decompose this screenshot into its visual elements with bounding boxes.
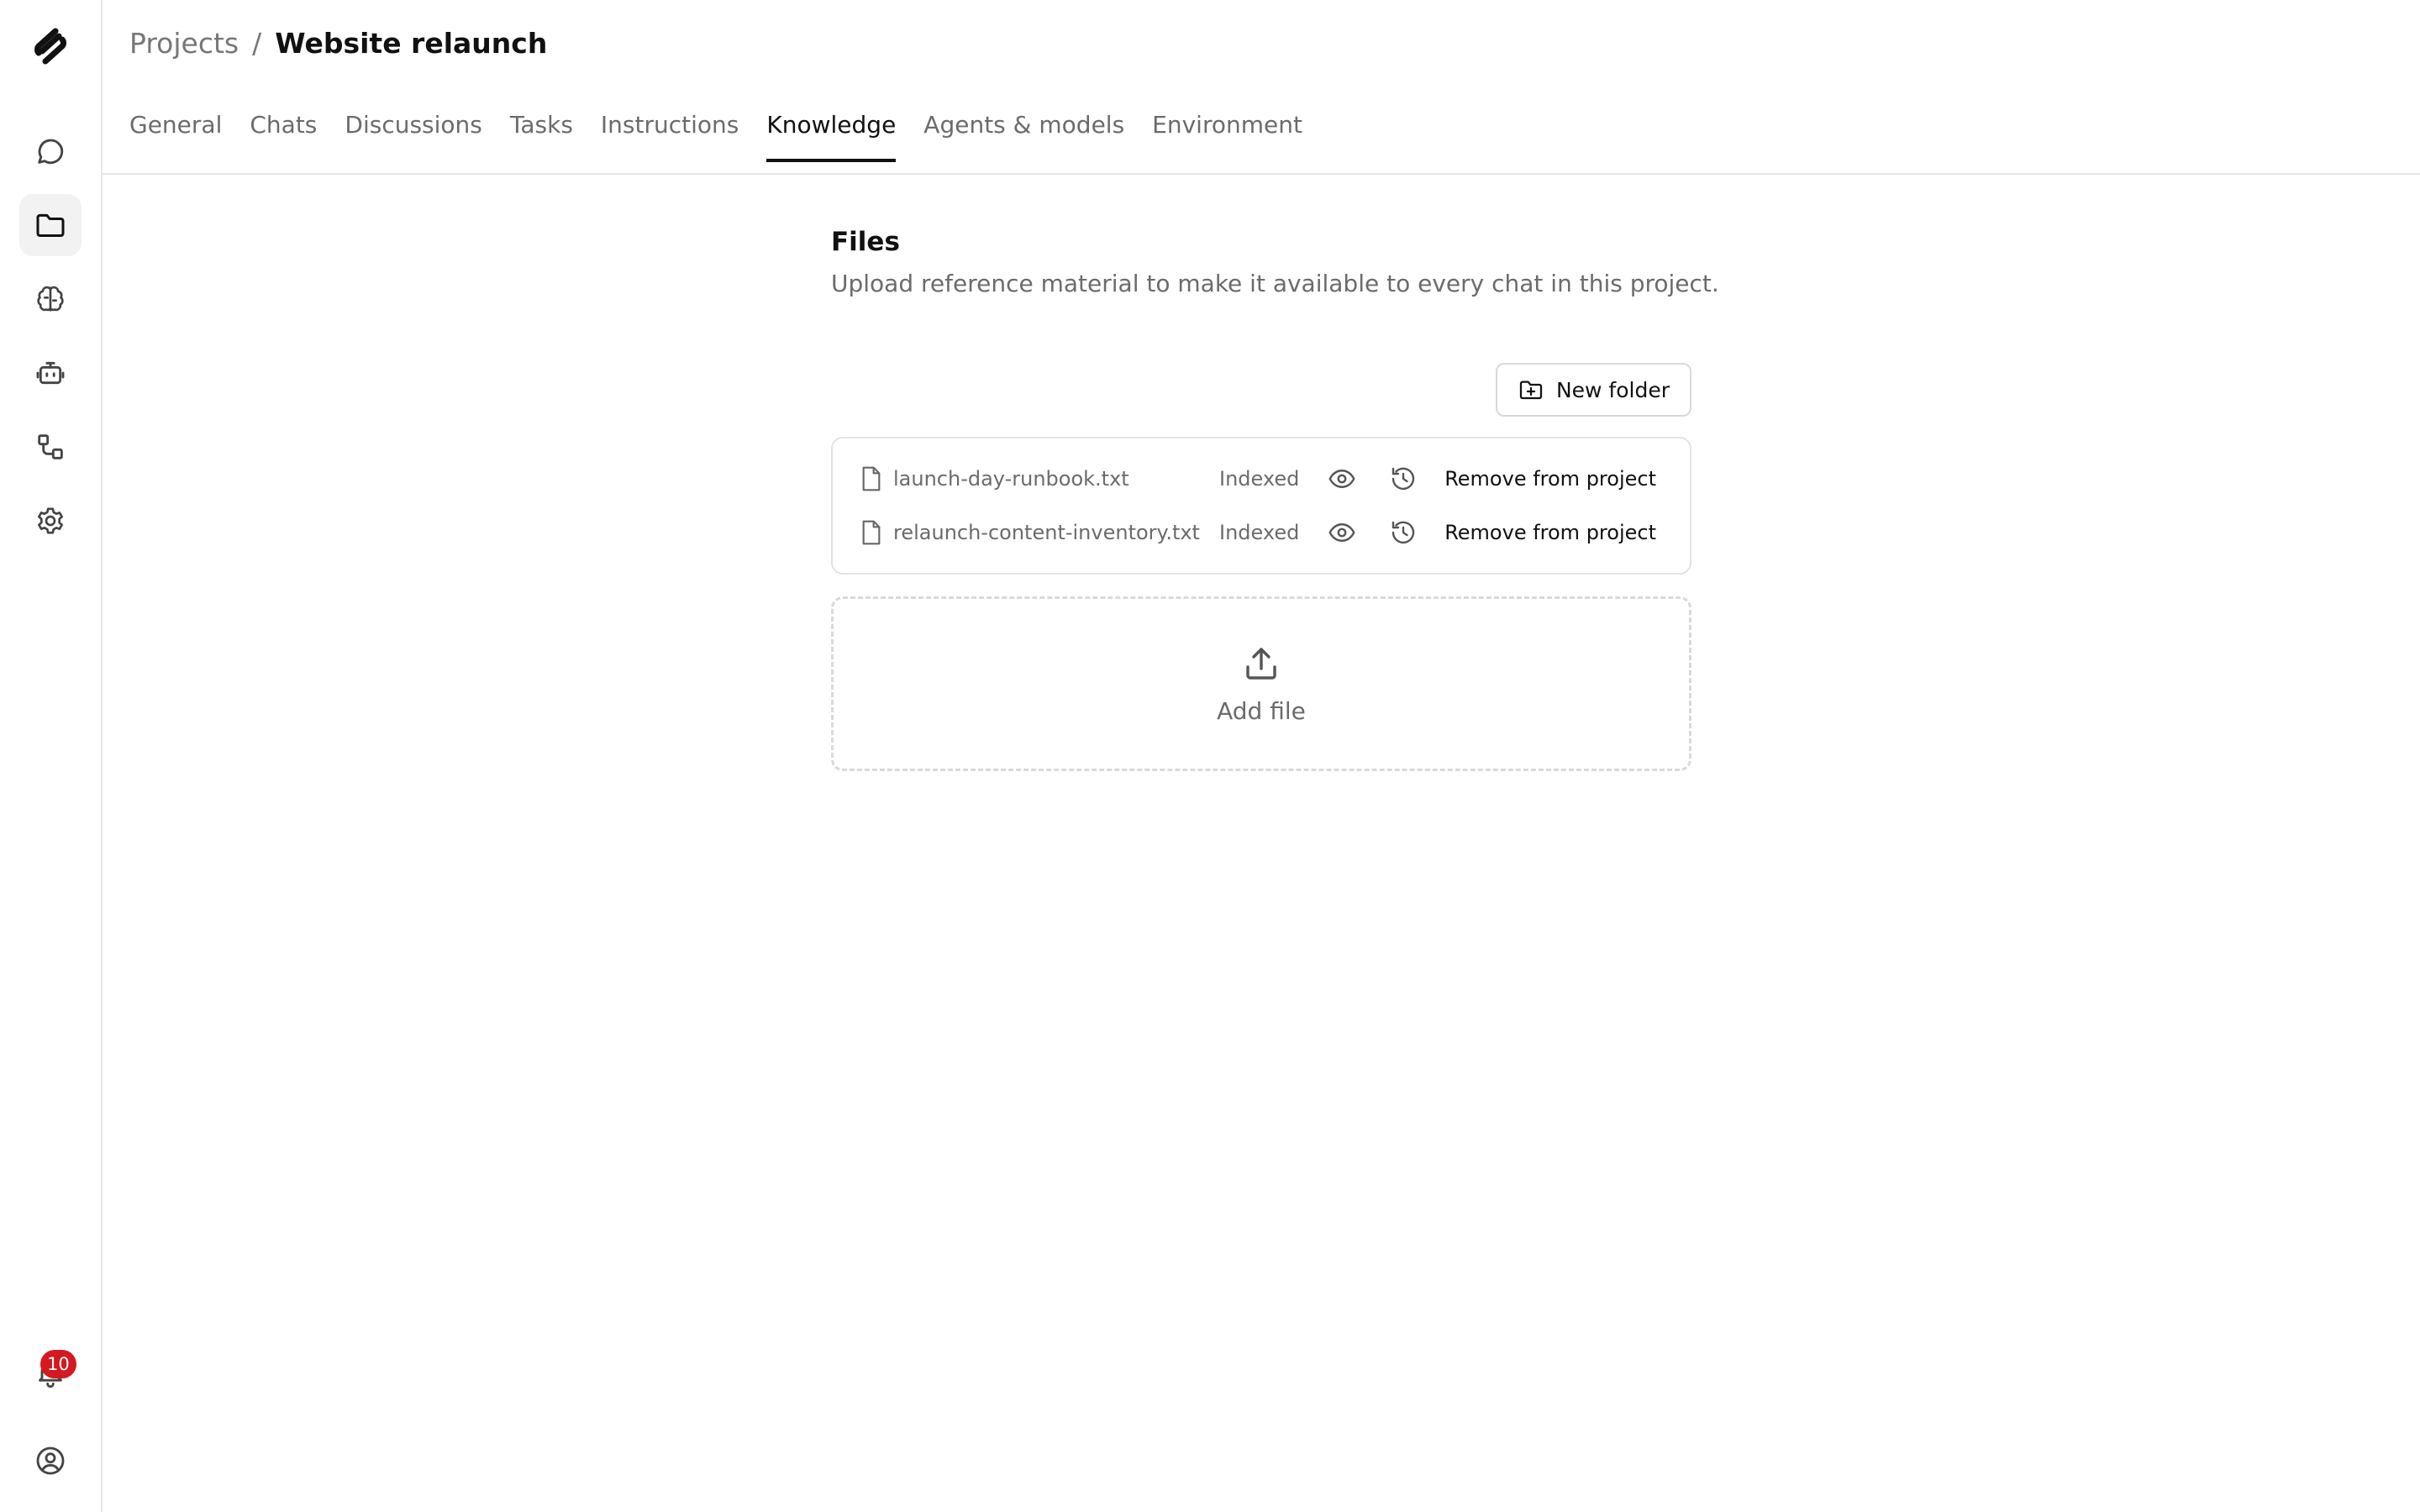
breadcrumb: Projects / Website relaunch bbox=[129, 25, 547, 62]
tab-tasks[interactable]: Tasks bbox=[510, 111, 573, 159]
sidebar-item-agents[interactable] bbox=[19, 342, 82, 404]
files-section: Files Upload reference material to make … bbox=[831, 220, 1719, 771]
workflow-icon bbox=[38, 434, 63, 459]
tab-knowledge[interactable]: Knowledge bbox=[766, 111, 896, 162]
robot-icon bbox=[36, 361, 65, 385]
tab-discussions[interactable]: Discussions bbox=[345, 111, 482, 159]
upload-icon bbox=[1246, 647, 1276, 680]
sidebar-item-settings[interactable] bbox=[19, 490, 82, 552]
sidebar-item-projects[interactable] bbox=[19, 194, 82, 256]
tab-general[interactable]: General bbox=[129, 111, 222, 159]
project-tabs: General Chats Discussions Tasks Instruct… bbox=[129, 111, 1302, 162]
file-name: launch-day-runbook.txt bbox=[893, 467, 1129, 491]
file-row: relaunch-content-inventory.txt Indexed R… bbox=[833, 506, 1690, 559]
remove-from-project-button[interactable]: Remove from project bbox=[1444, 521, 1656, 544]
breadcrumb-projects-link[interactable]: Projects bbox=[129, 27, 239, 60]
history-icon[interactable] bbox=[1388, 464, 1418, 494]
sidebar-item-workflows[interactable] bbox=[19, 416, 82, 478]
account-button[interactable] bbox=[19, 1430, 82, 1492]
folder-plus-icon bbox=[1519, 381, 1543, 400]
file-list: launch-day-runbook.txt Indexed Remove fr… bbox=[831, 437, 1691, 575]
file-icon bbox=[862, 520, 881, 545]
page-header: Projects / Website relaunch General Chats … bbox=[103, 0, 2420, 175]
new-folder-label: New folder bbox=[1555, 377, 1670, 402]
tab-agents-models[interactable]: Agents & models bbox=[923, 111, 1124, 159]
folder-icon bbox=[36, 213, 65, 237]
brain-icon bbox=[37, 286, 64, 312]
tab-instructions[interactable]: Instructions bbox=[601, 111, 739, 159]
add-file-label: Add file bbox=[1217, 696, 1306, 725]
sidebar-item-knowledge[interactable] bbox=[19, 268, 82, 330]
file-row: launch-day-runbook.txt Indexed Remove fr… bbox=[833, 452, 1690, 506]
chat-bubble-icon bbox=[38, 139, 64, 165]
tab-chats[interactable]: Chats bbox=[250, 111, 317, 159]
section-description: Upload reference material to make it ava… bbox=[831, 270, 1719, 297]
file-name: relaunch-content-inventory.txt bbox=[893, 521, 1200, 544]
file-status: Indexed bbox=[1219, 521, 1300, 544]
app-logo-icon[interactable] bbox=[30, 26, 71, 66]
section-title: Files bbox=[831, 227, 900, 257]
remove-from-project-button[interactable]: Remove from project bbox=[1444, 467, 1656, 491]
breadcrumb-separator: / bbox=[252, 27, 262, 60]
history-icon[interactable] bbox=[1388, 517, 1418, 548]
new-folder-button[interactable]: New folder bbox=[1495, 363, 1691, 417]
page-title: Website relaunch bbox=[275, 27, 548, 60]
sidebar-item-chats[interactable] bbox=[19, 120, 82, 182]
eye-icon[interactable] bbox=[1327, 517, 1357, 548]
add-file-dropzone[interactable]: Add file bbox=[831, 596, 1691, 771]
sidebar: 10 bbox=[0, 0, 103, 1512]
file-status: Indexed bbox=[1219, 467, 1300, 491]
gear-icon bbox=[38, 507, 63, 534]
file-icon bbox=[862, 466, 881, 491]
user-circle-icon bbox=[36, 1446, 65, 1475]
eye-icon[interactable] bbox=[1327, 464, 1357, 494]
tab-environment[interactable]: Environment bbox=[1152, 111, 1302, 159]
notification-count-badge: 10 bbox=[40, 1350, 76, 1378]
